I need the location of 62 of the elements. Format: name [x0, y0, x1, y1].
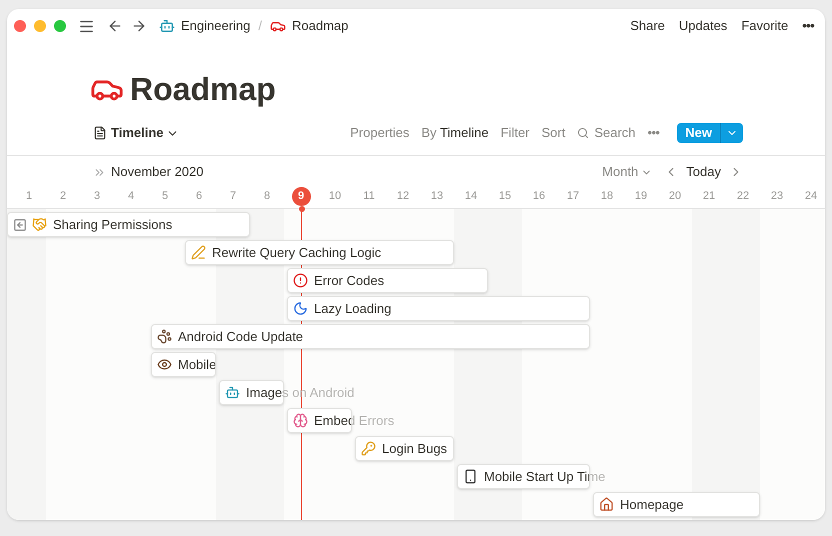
arrow-left-icon[interactable]: [13, 218, 27, 232]
pen-icon: [191, 245, 206, 260]
task-bar[interactable]: [287, 268, 488, 293]
eye-icon: [157, 357, 172, 372]
breadcrumb-link[interactable]: Engineering: [181, 16, 250, 36]
day-label: 1: [26, 188, 32, 204]
day-label: 5: [162, 188, 168, 204]
task-bar[interactable]: [355, 436, 454, 461]
group-by-button[interactable]: By Timeline: [421, 123, 489, 143]
key-icon: [361, 441, 376, 456]
task-bar[interactable]: [593, 492, 760, 517]
task-bar[interactable]: [7, 212, 250, 237]
day-label: 6: [196, 188, 202, 204]
breadcrumb-separator: /: [258, 17, 262, 36]
brain-icon: [293, 413, 308, 428]
top-action-button[interactable]: Share: [630, 16, 665, 36]
task-bar[interactable]: [287, 296, 590, 321]
day-label: 23: [770, 188, 784, 204]
day-label: 22: [736, 188, 750, 204]
day-label: 16: [532, 188, 546, 204]
day-label: 7: [230, 188, 236, 204]
day-label: 18: [600, 188, 614, 204]
day-label: 24: [804, 188, 818, 204]
day-label: 13: [430, 188, 444, 204]
day-label: 2: [60, 188, 66, 204]
forward-icon[interactable]: [131, 18, 147, 34]
day-label: 10: [328, 188, 342, 204]
phone-icon: [463, 469, 478, 484]
day-label: 4: [128, 188, 134, 204]
robot-icon: [225, 385, 240, 400]
search-icon: [577, 127, 590, 139]
day-label: 20: [668, 188, 682, 204]
moon-icon: [293, 301, 308, 316]
task-bar[interactable]: [151, 352, 216, 377]
document-icon: [93, 126, 107, 140]
handshake-icon: [32, 217, 47, 232]
paw-icon: [157, 329, 172, 344]
breadcrumb-link[interactable]: Roadmap: [292, 16, 348, 36]
day-label: 15: [498, 188, 512, 204]
close-window-button[interactable]: [14, 20, 26, 32]
day-label: 11: [363, 188, 375, 204]
day-label: 12: [396, 188, 410, 204]
today-button[interactable]: Today: [686, 162, 721, 182]
task-bar[interactable]: [151, 324, 590, 349]
day-label: 21: [702, 188, 716, 204]
more-button[interactable]: •••: [802, 16, 814, 36]
top-action-button[interactable]: Updates: [678, 16, 728, 36]
task-bar[interactable]: [185, 240, 454, 265]
robot-icon: [159, 18, 175, 34]
day-label: 17: [566, 188, 580, 204]
day-label: 19: [634, 188, 648, 204]
top-action-button[interactable]: Favorite: [741, 16, 788, 36]
today-marker: 9: [292, 186, 310, 206]
back-icon[interactable]: [107, 18, 123, 34]
alert-icon: [293, 273, 308, 288]
day-label: 3: [94, 188, 100, 204]
month-label: November 2020: [111, 163, 204, 182]
day-label: 8: [264, 188, 270, 204]
page-title: Roadmap: [130, 70, 276, 109]
view-selector[interactable]: Timeline: [93, 123, 179, 143]
day-label: 14: [464, 188, 478, 204]
house-icon: [599, 497, 614, 512]
